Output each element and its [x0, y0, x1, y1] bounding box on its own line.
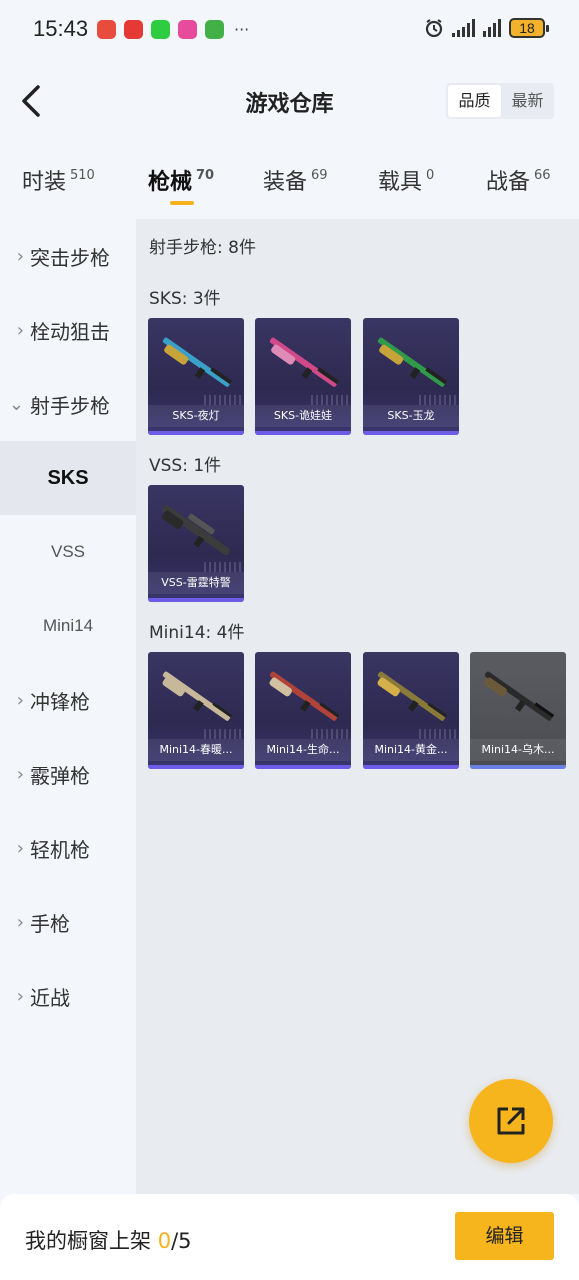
item-card[interactable]: SKS-玉龙: [363, 318, 459, 435]
card-decoration: [204, 395, 244, 405]
status-time: 15:43: [33, 16, 89, 41]
item-card[interactable]: Mini14-黄金...: [363, 652, 459, 769]
notification-mail-icon: [124, 20, 143, 39]
item-name: Mini14-黄金...: [363, 739, 459, 761]
sidebar-sub-mini14[interactable]: Mini14: [0, 589, 136, 663]
sks-rifle-icon: [377, 337, 448, 387]
vss-rifle-icon: [161, 504, 230, 556]
rarity-bar: [363, 765, 459, 769]
status-bar: 15:43 ··· 18: [0, 0, 579, 58]
item-card[interactable]: Mini14-乌木...: [470, 652, 566, 769]
item-card[interactable]: SKS-夜灯: [148, 318, 244, 435]
item-name: SKS-诡娃娃: [255, 405, 351, 427]
external-link-icon: [497, 1107, 525, 1135]
item-name: Mini14-生命...: [255, 739, 351, 761]
item-card[interactable]: VSS-雷霆特警: [148, 485, 244, 602]
tab-supplies[interactable]: 战备 66: [486, 164, 551, 196]
chevron-right-icon: ›: [16, 985, 24, 1007]
item-name: VSS-雷霆特警: [148, 572, 244, 594]
notification-wechat-icon: [151, 20, 170, 39]
rarity-bar: [363, 431, 459, 435]
group-title-sks: SKS: 3件: [149, 289, 221, 309]
rarity-bar: [148, 765, 244, 769]
edit-button[interactable]: 编辑: [455, 1212, 554, 1260]
sort-latest-button[interactable]: 最新: [501, 83, 554, 119]
tab-vehicles[interactable]: 载具 0: [378, 164, 434, 196]
tab-equipment[interactable]: 装备 69: [263, 164, 328, 196]
mini14-rifle-icon: [162, 671, 233, 721]
mini14-rifle-icon: [377, 671, 448, 721]
signal-2-icon: [483, 19, 501, 37]
item-name: SKS-夜灯: [148, 405, 244, 427]
showcase-total: /5: [171, 1229, 192, 1253]
notification-app-icon: [97, 20, 116, 39]
item-grid: 射手步枪: 8件 SKS: 3件 SKS-夜灯 SKS-诡娃娃 SKS-玉龙 V…: [136, 219, 579, 1194]
card-decoration: [419, 395, 459, 405]
item-card[interactable]: Mini14-生命...: [255, 652, 351, 769]
sidebar-item-melee[interactable]: › 近战: [0, 959, 136, 1033]
chevron-right-icon: ›: [16, 911, 24, 933]
sort-quality-button[interactable]: 品质: [448, 85, 501, 117]
sort-toggle[interactable]: 品质 最新: [446, 83, 554, 119]
showcase-count: 0: [157, 1229, 172, 1253]
showcase-label: 我的橱窗上架: [25, 1229, 151, 1253]
rarity-bar: [255, 431, 351, 435]
sidebar-item-lmg[interactable]: › 轻机枪: [0, 811, 136, 885]
sks-rifle-icon: [269, 337, 340, 387]
item-name: Mini14-春暖...: [148, 739, 244, 761]
card-decoration: [204, 562, 244, 572]
sidebar-item-bolt-sniper[interactable]: › 栓动狙击: [0, 293, 136, 367]
sidebar-item-marksman-rifle[interactable]: ⌄ 射手步枪: [0, 367, 136, 441]
rarity-bar: [470, 765, 566, 769]
group-title-vss: VSS: 1件: [149, 456, 222, 476]
notification-sim-icon: [205, 20, 224, 39]
tab-fashion[interactable]: 时装 510: [22, 164, 95, 196]
notification-live-icon: [178, 20, 197, 39]
alarm-icon: [425, 19, 443, 38]
card-decoration: [311, 729, 351, 739]
sks-rifle-icon: [162, 337, 233, 387]
sidebar-item-assault-rifle[interactable]: › 突击步枪: [0, 219, 136, 293]
sidebar: › 突击步枪 › 栓动狙击 ⌄ 射手步枪 SKS VSS Mini14 › 冲锋枪 › 霰…: [0, 219, 136, 1194]
signal-icon: [452, 19, 475, 37]
item-name: SKS-玉龙: [363, 405, 459, 427]
category-tabs: 时装 510 枪械 70 装备 69 载具 0 战备 66: [0, 148, 579, 218]
group-title-mini14: Mini14: 4件: [149, 623, 245, 643]
rarity-bar: [255, 765, 351, 769]
rarity-bar: [148, 598, 244, 602]
sidebar-sub-sks[interactable]: SKS: [0, 441, 136, 515]
sidebar-sub-vss[interactable]: VSS: [0, 515, 136, 589]
notification-icons: ···: [97, 20, 249, 39]
chevron-right-icon: ›: [16, 689, 24, 711]
bottom-bar: 我的橱窗上架 0/5 编辑: [0, 1194, 579, 1280]
chevron-right-icon: ›: [16, 319, 24, 341]
chevron-down-icon: ⌄: [8, 393, 24, 415]
chevron-right-icon: ›: [16, 837, 24, 859]
item-card[interactable]: SKS-诡娃娃: [255, 318, 351, 435]
mini14-rifle-icon: [484, 671, 555, 721]
header: 游戏仓库 品质 最新: [0, 58, 579, 146]
rarity-bar: [148, 431, 244, 435]
item-card[interactable]: Mini14-春暖...: [148, 652, 244, 769]
showcase-status: 我的橱窗上架 0/5: [25, 1225, 192, 1255]
tab-guns[interactable]: 枪械 70: [148, 164, 214, 196]
chevron-right-icon: ›: [16, 245, 24, 267]
share-fab-button[interactable]: [469, 1079, 553, 1163]
sidebar-item-shotgun[interactable]: › 霰弹枪: [0, 737, 136, 811]
sidebar-item-smg[interactable]: › 冲锋枪: [0, 663, 136, 737]
more-notifications-icon: ···: [234, 20, 250, 39]
card-decoration: [311, 395, 351, 405]
sidebar-item-pistol[interactable]: › 手枪: [0, 885, 136, 959]
battery-icon: 18: [509, 18, 549, 38]
card-decoration: [204, 729, 244, 739]
card-decoration: [419, 729, 459, 739]
mini14-rifle-icon: [269, 671, 340, 721]
active-tab-indicator: [170, 201, 194, 205]
item-name: Mini14-乌木...: [470, 739, 566, 761]
category-title: 射手步枪: 8件: [149, 238, 256, 258]
chevron-right-icon: ›: [16, 763, 24, 785]
